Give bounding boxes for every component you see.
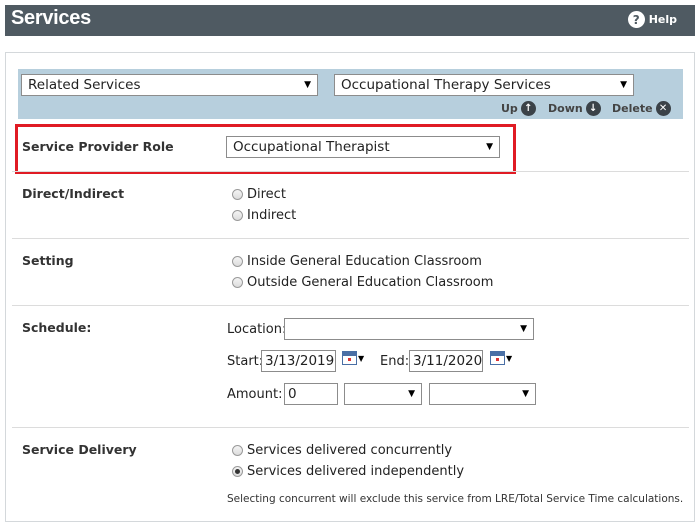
radio-icon bbox=[232, 256, 243, 267]
down-button[interactable]: Down ↓ bbox=[548, 101, 601, 116]
radio-inside-label: Inside General Education Classroom bbox=[247, 254, 482, 269]
chevron-down-icon: ▼ bbox=[486, 142, 493, 152]
caret-down-icon: ▼ bbox=[506, 353, 513, 363]
radio-inside-gen-ed[interactable]: Inside General Education Classroom bbox=[232, 254, 482, 269]
chevron-down-icon: ▼ bbox=[522, 389, 529, 399]
radio-concurrent[interactable]: Services delivered concurrently bbox=[232, 443, 452, 458]
divider bbox=[12, 305, 689, 306]
close-icon: ✕ bbox=[655, 101, 671, 116]
amount-frequency-select[interactable]: ▼ bbox=[429, 383, 536, 405]
divider bbox=[12, 427, 689, 428]
direct-indirect-label: Direct/Indirect bbox=[22, 186, 125, 201]
chevron-down-icon: ▼ bbox=[408, 389, 415, 399]
location-label: Location: bbox=[227, 322, 287, 337]
question-circle-icon: ? bbox=[627, 11, 645, 28]
category-select[interactable]: Related Services ▼ bbox=[21, 74, 318, 96]
radio-concurrent-label: Services delivered concurrently bbox=[247, 443, 453, 458]
provider-role-select[interactable]: Occupational Therapist ▼ bbox=[226, 136, 500, 158]
radio-independent[interactable]: Services delivered independently bbox=[232, 464, 464, 479]
start-calendar-button[interactable]: ▼ bbox=[342, 351, 364, 365]
radio-outside-label: Outside General Education Classroom bbox=[247, 275, 494, 290]
chevron-down-icon: ▼ bbox=[304, 80, 311, 90]
radio-icon bbox=[232, 445, 243, 456]
radio-indirect-label: Indirect bbox=[247, 208, 297, 223]
caret-down-icon: ▼ bbox=[358, 353, 365, 363]
radio-outside-gen-ed[interactable]: Outside General Education Classroom bbox=[232, 275, 493, 290]
radio-indirect[interactable]: Indirect bbox=[232, 208, 296, 223]
end-date-input[interactable]: 3/11/2020 bbox=[409, 350, 483, 372]
arrow-up-icon: ↑ bbox=[520, 101, 536, 116]
up-label: Up bbox=[501, 102, 518, 115]
end-calendar-button[interactable]: ▼ bbox=[490, 351, 512, 365]
service-delivery-label: Service Delivery bbox=[22, 442, 137, 457]
radio-direct-label: Direct bbox=[247, 187, 286, 202]
delete-button[interactable]: Delete ✕ bbox=[612, 101, 671, 116]
radio-icon bbox=[232, 189, 243, 200]
delivery-note: Selecting concurrent will exclude this s… bbox=[227, 493, 684, 505]
arrow-down-icon: ↓ bbox=[585, 101, 601, 116]
service-toolbar: Related Services ▼ Occupational Therapy … bbox=[18, 69, 683, 119]
amount-unit-select[interactable]: ▼ bbox=[344, 383, 422, 405]
radio-icon bbox=[232, 277, 243, 288]
category-select-value: Related Services bbox=[28, 77, 141, 93]
calendar-icon bbox=[342, 351, 357, 365]
title-bar: Services ? Help bbox=[5, 5, 695, 36]
page-title: Services bbox=[11, 7, 91, 29]
end-label: End: bbox=[380, 354, 410, 369]
help-label: Help bbox=[648, 13, 677, 26]
radio-independent-label: Services delivered independently bbox=[247, 464, 465, 479]
chevron-down-icon: ▼ bbox=[520, 324, 527, 334]
divider bbox=[12, 171, 689, 172]
location-select[interactable]: ▼ bbox=[284, 318, 534, 340]
chevron-down-icon: ▼ bbox=[620, 80, 627, 90]
divider bbox=[12, 238, 689, 239]
delete-label: Delete bbox=[612, 102, 653, 115]
service-select[interactable]: Occupational Therapy Services ▼ bbox=[334, 74, 634, 96]
service-select-value: Occupational Therapy Services bbox=[341, 77, 551, 93]
provider-role-label: Service Provider Role bbox=[22, 139, 174, 154]
help-button[interactable]: ? Help bbox=[627, 11, 677, 28]
amount-label: Amount: bbox=[227, 387, 283, 402]
amount-input[interactable]: 0 bbox=[284, 383, 338, 405]
radio-checked-icon bbox=[232, 466, 243, 477]
down-label: Down bbox=[548, 102, 583, 115]
setting-label: Setting bbox=[22, 253, 74, 268]
provider-role-value: Occupational Therapist bbox=[233, 139, 390, 155]
radio-icon bbox=[232, 210, 243, 221]
up-button[interactable]: Up ↑ bbox=[501, 101, 536, 116]
schedule-label: Schedule: bbox=[22, 320, 92, 335]
start-date-input[interactable]: 3/13/2019 bbox=[261, 350, 336, 372]
calendar-icon bbox=[490, 351, 505, 365]
service-panel: Related Services ▼ Occupational Therapy … bbox=[5, 52, 695, 522]
start-label: Start: bbox=[227, 354, 264, 369]
radio-direct[interactable]: Direct bbox=[232, 187, 286, 202]
